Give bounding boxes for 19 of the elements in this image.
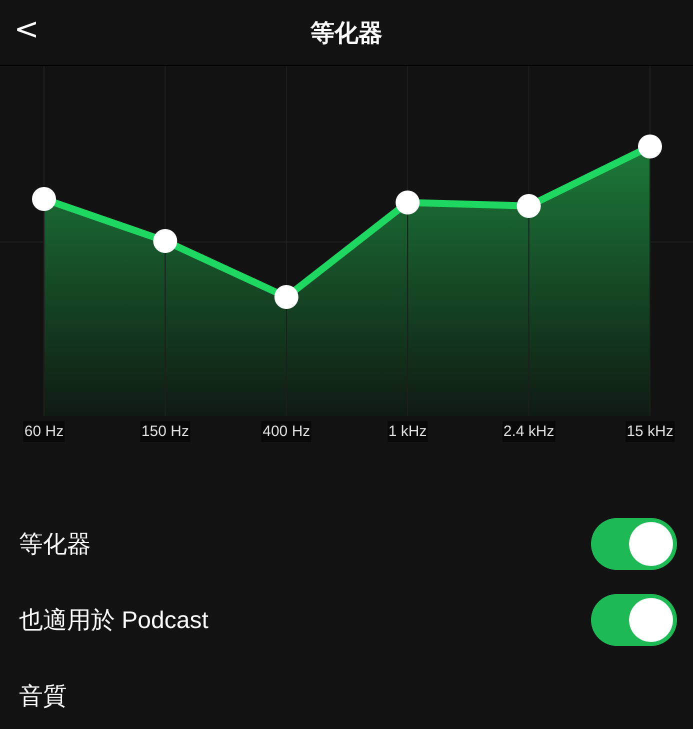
band-handle[interactable] [32, 187, 56, 211]
setting-label: 等化器 [19, 530, 91, 560]
back-button[interactable]: < [8, 10, 46, 50]
band-handle[interactable] [396, 190, 420, 214]
band-label: 60 Hz [23, 421, 65, 442]
band-handle[interactable] [153, 229, 178, 253]
band-handle[interactable] [516, 194, 541, 218]
band-label: 15 kHz [626, 421, 674, 442]
band-label: 2.4 kHz [502, 421, 556, 442]
band-handle[interactable] [274, 285, 298, 309]
screen-title: 等化器 [310, 18, 382, 48]
band-handle[interactable] [638, 134, 662, 158]
toggle-switch[interactable] [591, 594, 677, 646]
band-label: 1 kHz [387, 421, 428, 442]
band-label: 150 Hz [140, 421, 190, 442]
band-label: 400 Hz [262, 421, 312, 442]
toggle-switch[interactable] [591, 518, 677, 570]
setting-label: 也適用於 Podcast [19, 606, 208, 636]
setting-label: 音質 [19, 682, 67, 712]
